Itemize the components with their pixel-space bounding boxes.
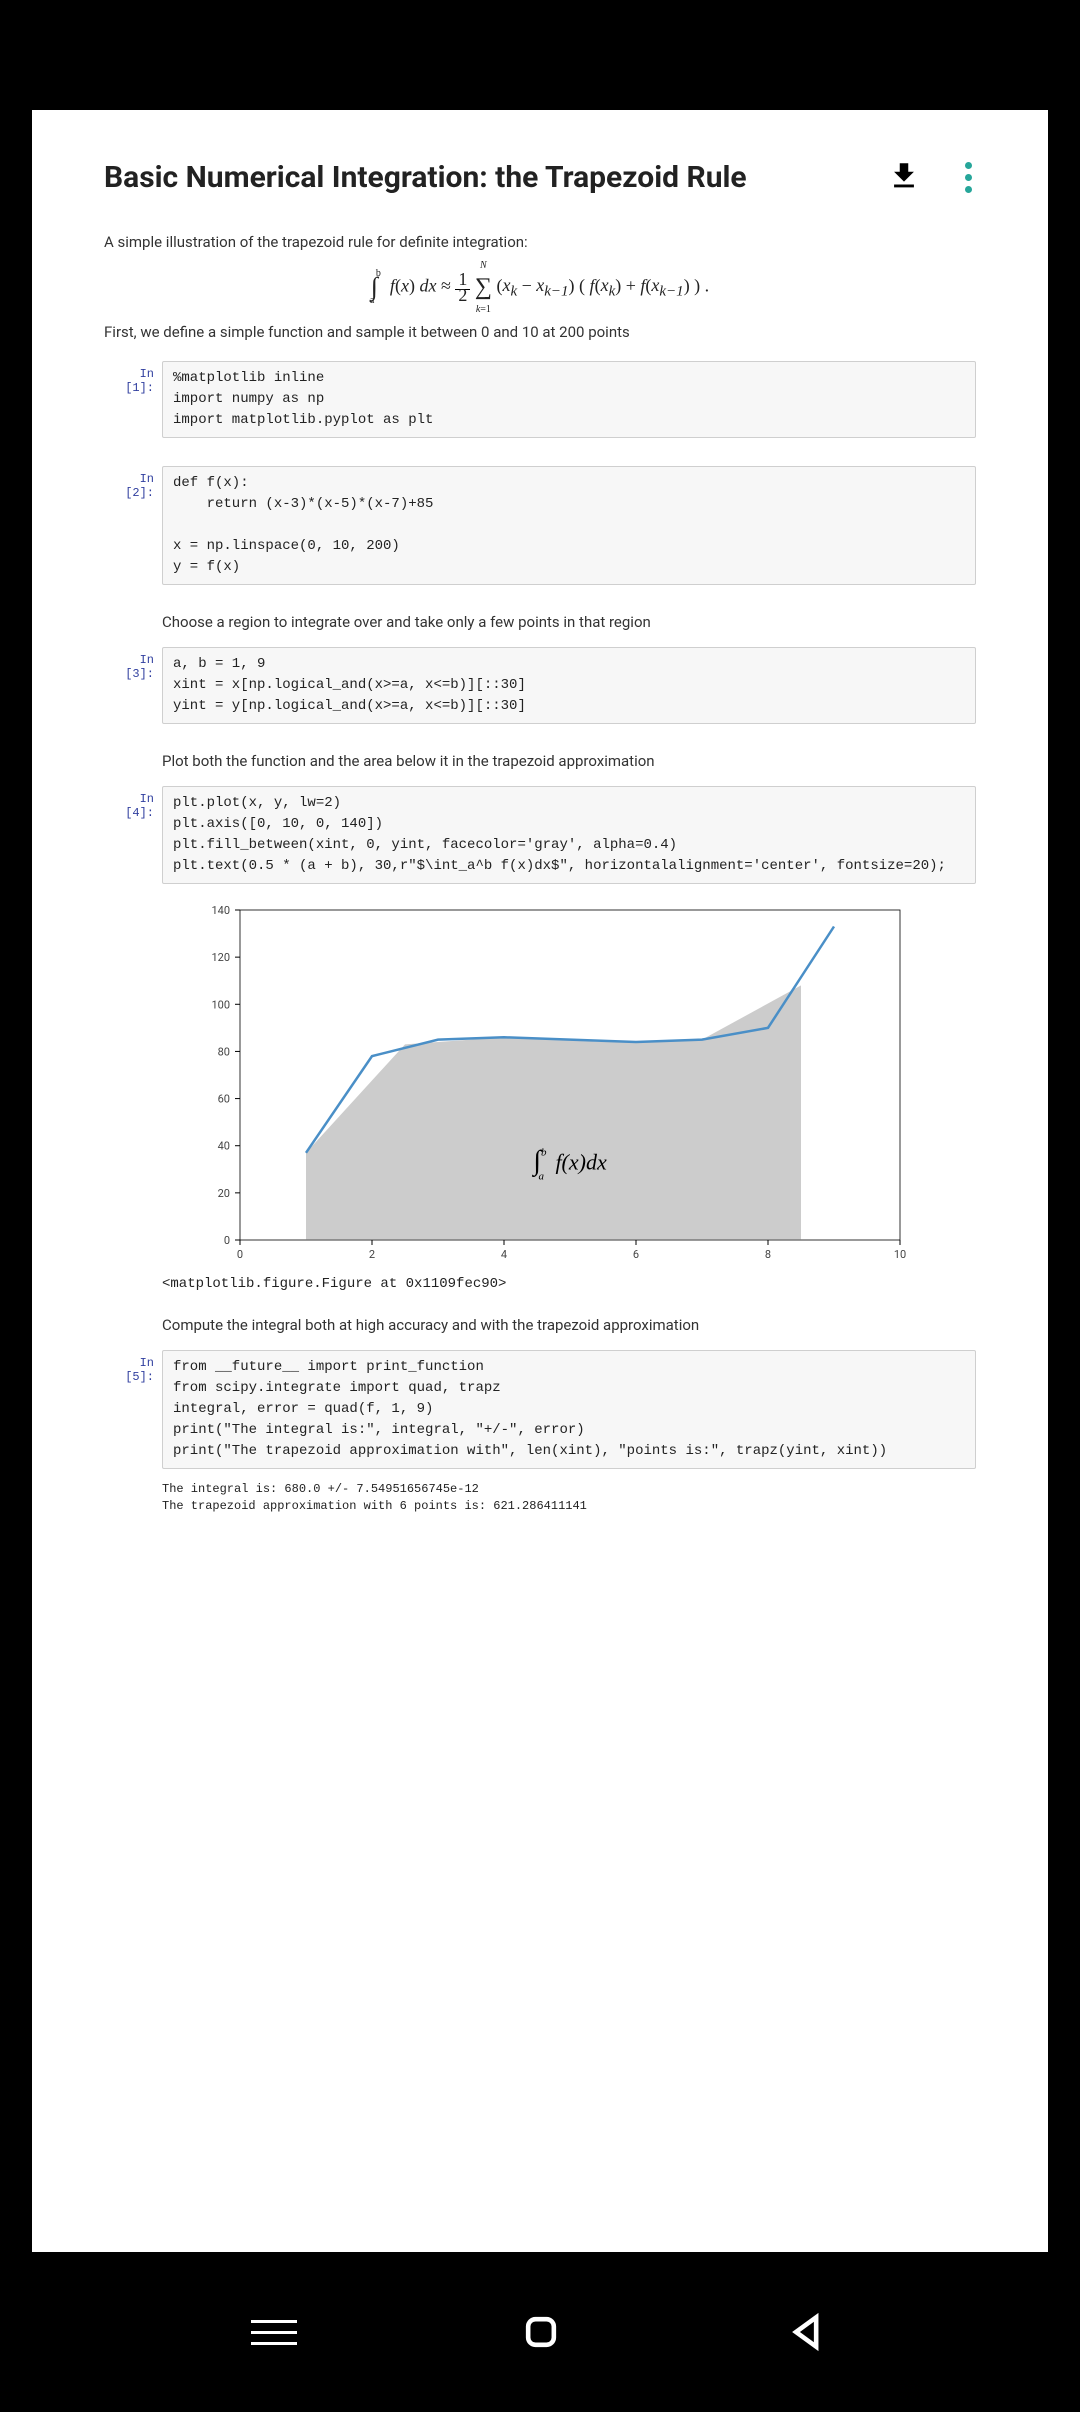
svg-text:10: 10 bbox=[894, 1248, 906, 1261]
cell-3: In [3]: a, b = 1, 9 xint = x[np.logical_… bbox=[104, 647, 976, 724]
markdown-5: Compute the integral both at high accura… bbox=[104, 1316, 976, 1334]
notebook-page: Basic Numerical Integration: the Trapezo… bbox=[32, 110, 1048, 2252]
prompt-3: In [3]: bbox=[104, 647, 162, 724]
svg-text:2: 2 bbox=[369, 1248, 375, 1261]
markdown-4: Plot both the function and the area belo… bbox=[104, 752, 976, 770]
svg-text:100: 100 bbox=[211, 999, 230, 1012]
code-input-4[interactable]: plt.plot(x, y, lw=2) plt.axis([0, 10, 0,… bbox=[162, 786, 976, 884]
text-4: Plot both the function and the area belo… bbox=[162, 752, 655, 770]
more-options-icon[interactable] bbox=[961, 158, 976, 197]
svg-text:40: 40 bbox=[218, 1140, 230, 1153]
header-row: Basic Numerical Integration: the Trapezo… bbox=[104, 158, 976, 197]
code-input-5[interactable]: from __future__ import print_function fr… bbox=[162, 1350, 976, 1469]
download-icon[interactable] bbox=[887, 159, 921, 197]
home-button[interactable] bbox=[519, 2310, 563, 2354]
recent-apps-button[interactable] bbox=[251, 2320, 297, 2345]
spacer bbox=[104, 1316, 162, 1334]
formula: ∫ba f(x) dx ≈ 12 N∑k=1 (xk − xk−1) ( f(x… bbox=[104, 271, 976, 303]
cell-5: In [5]: from __future__ import print_fun… bbox=[104, 1350, 976, 1515]
cell-4: In [4]: plt.plot(x, y, lw=2) plt.axis([0… bbox=[104, 786, 976, 1292]
svg-text:60: 60 bbox=[218, 1093, 230, 1106]
svg-text:80: 80 bbox=[218, 1046, 230, 1059]
android-nav-bar bbox=[0, 2252, 1080, 2412]
svg-text:140: 140 bbox=[211, 904, 230, 917]
matplotlib-figure: 0246810020406080100120140∫ba f(x)dx bbox=[190, 900, 920, 1270]
svg-text:20: 20 bbox=[218, 1187, 230, 1200]
prompt-1: In [1]: bbox=[104, 361, 162, 438]
spacer bbox=[104, 752, 162, 770]
prompt-5: In [5]: bbox=[104, 1350, 162, 1515]
cell-4-block: plt.plot(x, y, lw=2) plt.axis([0, 10, 0,… bbox=[162, 786, 976, 1292]
svg-text:0: 0 bbox=[237, 1248, 243, 1261]
markdown-3: Choose a region to integrate over and ta… bbox=[104, 613, 976, 631]
prompt-2: In [2]: bbox=[104, 466, 162, 585]
prompt-4: In [4]: bbox=[104, 786, 162, 1292]
code-input-1[interactable]: %matplotlib inline import numpy as np im… bbox=[162, 361, 976, 438]
text-5: Compute the integral both at high accura… bbox=[162, 1316, 699, 1334]
cell-5-block: from __future__ import print_function fr… bbox=[162, 1350, 976, 1515]
back-button[interactable] bbox=[785, 2310, 829, 2354]
figure-repr: <matplotlib.figure.Figure at 0x1109fec90… bbox=[162, 1276, 976, 1292]
spacer bbox=[104, 613, 162, 631]
svg-text:6: 6 bbox=[633, 1248, 639, 1261]
text-3: Choose a region to integrate over and ta… bbox=[162, 613, 651, 631]
stdout-5: The integral is: 680.0 +/- 7.54951656745… bbox=[162, 1481, 976, 1515]
status-bar bbox=[0, 0, 1080, 110]
code-input-2[interactable]: def f(x): return (x-3)*(x-5)*(x-7)+85 x … bbox=[162, 466, 976, 585]
code-input-3[interactable]: a, b = 1, 9 xint = x[np.logical_and(x>=a… bbox=[162, 647, 976, 724]
intro-text: A simple illustration of the trapezoid r… bbox=[104, 233, 976, 251]
svg-text:8: 8 bbox=[765, 1248, 771, 1261]
cell-2: In [2]: def f(x): return (x-3)*(x-5)*(x-… bbox=[104, 466, 976, 585]
svg-text:4: 4 bbox=[501, 1248, 507, 1261]
plot-output: 0246810020406080100120140∫ba f(x)dx bbox=[190, 900, 976, 1270]
svg-text:120: 120 bbox=[211, 952, 230, 965]
cell-1: In [1]: %matplotlib inline import numpy … bbox=[104, 361, 976, 438]
svg-text:0: 0 bbox=[224, 1234, 230, 1247]
page-title: Basic Numerical Integration: the Trapezo… bbox=[104, 160, 747, 195]
header-actions bbox=[887, 158, 976, 197]
text-2: First, we define a simple function and s… bbox=[104, 323, 976, 341]
